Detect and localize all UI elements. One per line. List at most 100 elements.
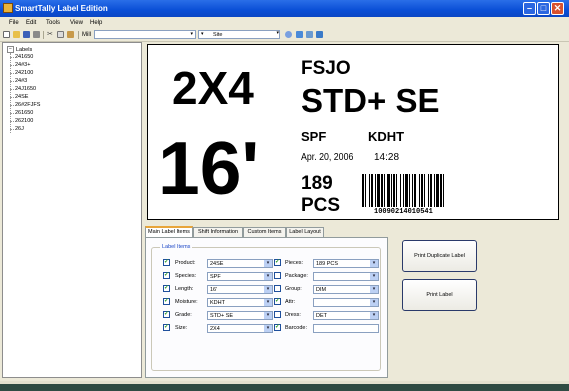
preview-grade: STD+ SE <box>301 82 440 119</box>
collapse-icon[interactable]: − <box>7 46 14 53</box>
tree-item[interactable]: 261650 <box>9 110 33 116</box>
package-checkbox[interactable] <box>274 272 281 279</box>
product-combo[interactable]: 24SE ▾ <box>207 259 273 268</box>
barcode-text-field[interactable] <box>313 324 379 333</box>
menu-file[interactable]: File <box>9 20 19 26</box>
tree-item[interactable]: 241650 <box>9 54 33 60</box>
mill-label: Mill <box>82 32 91 38</box>
maximize-button[interactable]: □ <box>537 2 550 15</box>
site-label: Site <box>213 32 223 38</box>
chevron-down-icon: ▾ <box>370 312 378 319</box>
tab-custom-items[interactable]: Custom Items <box>243 227 286 237</box>
menu-edit[interactable]: Edit <box>26 20 36 26</box>
print-icon[interactable] <box>33 31 40 38</box>
preview-pieces-unit: PCS <box>301 195 341 216</box>
size-label: Size: <box>175 325 188 331</box>
menu-help[interactable]: Help <box>90 20 102 26</box>
print-label-button[interactable]: Print Label <box>402 279 477 311</box>
main-label-items-panel: Label Items ✓ Product: 24SE ▾ ✓ Species: … <box>145 237 388 378</box>
paste-icon[interactable] <box>67 31 74 38</box>
close-button[interactable]: ✕ <box>551 2 564 15</box>
group-checkbox[interactable] <box>274 285 281 292</box>
chevron-down-icon: ▾ <box>264 312 272 319</box>
size-checkbox[interactable]: ✓ <box>163 324 170 331</box>
barcode-checkbox[interactable]: ✓ <box>274 324 281 331</box>
length-combo[interactable]: 16' ▾ <box>207 285 273 294</box>
package-label: Package: <box>285 273 308 279</box>
new-file-icon[interactable] <box>3 31 10 38</box>
title-bar[interactable]: SmartTally Label Edition – □ ✕ <box>0 0 569 17</box>
menu-tools[interactable]: Tools <box>46 20 60 26</box>
tree-item[interactable]: 24SE <box>9 94 28 100</box>
dress-combo[interactable]: DET ▾ <box>313 311 379 320</box>
minimize-button[interactable]: – <box>523 2 536 15</box>
toolbar-separator <box>78 31 79 39</box>
tree-root[interactable]: − Labels <box>7 46 32 53</box>
open-folder-icon[interactable] <box>13 31 20 38</box>
copy-icon[interactable] <box>57 31 64 38</box>
moisture-label: Moisture: <box>175 299 198 305</box>
label-view-icon[interactable] <box>296 31 303 38</box>
toolbar: ✂ Mill ▾ ▾ Site ▾ <box>0 29 569 42</box>
settings-icon[interactable] <box>316 31 323 38</box>
tab-shift-information[interactable]: Shift Information <box>193 227 243 237</box>
tree-item[interactable]: 24J1650 <box>9 86 36 92</box>
save-icon[interactable] <box>23 31 30 38</box>
group-combo[interactable]: DIM ▾ <box>313 285 379 294</box>
chevron-down-icon: ▾ <box>264 299 272 306</box>
tree-item[interactable]: 242100 <box>9 70 33 76</box>
dress-checkbox[interactable] <box>274 311 281 318</box>
label-items-group: Label Items ✓ Product: 24SE ▾ ✓ Species: … <box>151 244 381 371</box>
length-checkbox[interactable]: ✓ <box>163 285 170 292</box>
site-dropdown-arrow[interactable]: ▾ <box>272 30 281 39</box>
app-icon <box>3 3 13 13</box>
grade-checkbox[interactable]: ✓ <box>163 311 170 318</box>
species-checkbox[interactable]: ✓ <box>163 272 170 279</box>
preview-pieces: 189 <box>301 173 333 194</box>
tree-item[interactable]: 262100 <box>9 118 33 124</box>
preview-date: Apr. 20, 2006 <box>301 152 354 163</box>
pieces-checkbox[interactable]: ✓ <box>274 259 281 266</box>
tree-item[interactable]: 26#2FJFS <box>9 102 40 108</box>
layout-icon[interactable] <box>306 31 313 38</box>
window-title: SmartTally Label Edition <box>15 4 108 13</box>
package-combo[interactable]: ▾ <box>313 272 379 281</box>
labels-tree[interactable]: − Labels 241650 24#3+ 242100 24#3 24J1650… <box>2 42 142 378</box>
moisture-checkbox[interactable]: ✓ <box>163 298 170 305</box>
tab-main-label-items[interactable]: Main Label Items <box>145 226 193 237</box>
grade-label: Grade: <box>175 312 192 318</box>
barcode-number: 10090214010541 <box>374 208 433 216</box>
pieces-combo[interactable]: 189 PCS ▾ <box>313 259 379 268</box>
menu-view[interactable]: View <box>70 20 83 26</box>
product-label: Product: <box>175 260 196 266</box>
barcode-label: Barcode: <box>285 325 308 331</box>
chevron-down-icon: ▾ <box>264 286 272 293</box>
site-combo[interactable]: ▾ Site <box>198 30 280 39</box>
chevron-down-icon: ▾ <box>201 31 204 37</box>
product-checkbox[interactable]: ✓ <box>163 259 170 266</box>
chevron-down-icon: ▾ <box>370 260 378 267</box>
chevron-down-icon: ▾ <box>370 286 378 293</box>
mill-combo[interactable]: ▾ <box>94 30 196 39</box>
label-preview: 2X4 16' FSJO STD+ SE SPF KDHT Apr. 20, 2… <box>147 44 559 220</box>
tree-item[interactable]: 26J <box>10 126 24 132</box>
preview-time: 14:28 <box>374 152 400 163</box>
tab-label-layout[interactable]: Label Layout <box>286 227 324 237</box>
preview-species: SPF <box>301 129 327 144</box>
help-icon[interactable] <box>285 31 292 38</box>
print-duplicate-label-button[interactable]: Print Duplicate Label <box>402 240 477 272</box>
grade-combo[interactable]: STD+ SE ▾ <box>207 311 273 320</box>
tree-item[interactable]: 24#3 <box>9 78 27 84</box>
cut-icon[interactable]: ✂ <box>47 31 54 38</box>
species-combo[interactable]: SPF ▾ <box>207 272 273 281</box>
length-label: Length: <box>175 286 194 292</box>
preview-length: 16' <box>158 126 260 210</box>
chevron-down-icon: ▾ <box>264 325 272 332</box>
attr-checkbox[interactable]: ✓ <box>274 298 281 305</box>
tree-item[interactable]: 24#3+ <box>9 62 30 68</box>
attr-combo[interactable]: ▾ <box>313 298 379 307</box>
size-combo[interactable]: 2X4 ▾ <box>207 324 273 333</box>
preview-mill-code: FSJO <box>301 58 351 79</box>
dress-label: Dress: <box>285 312 301 318</box>
moisture-combo[interactable]: KDHT ▾ <box>207 298 273 307</box>
